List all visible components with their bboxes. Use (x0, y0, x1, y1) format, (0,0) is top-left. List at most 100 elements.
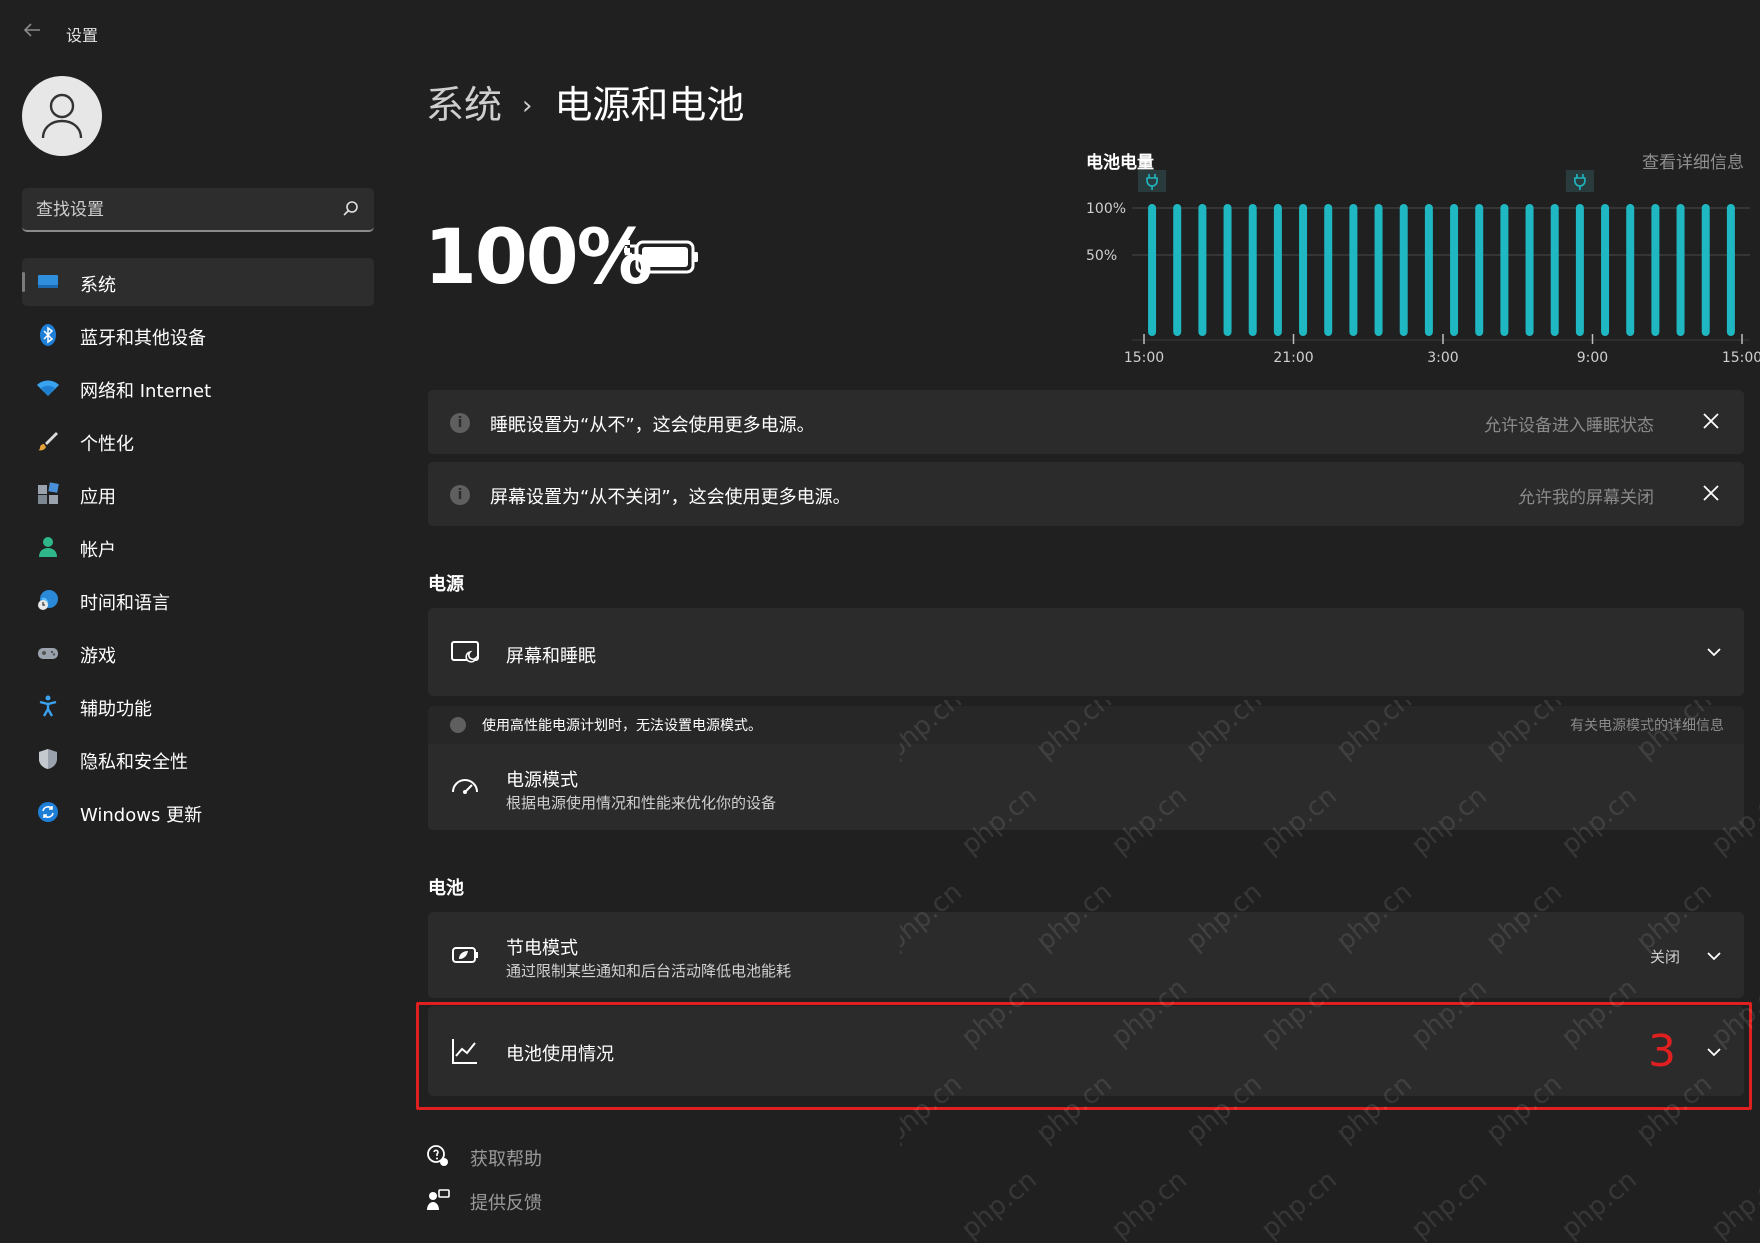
power-mode-gauge-icon (450, 772, 480, 802)
app-title: 设置 (66, 26, 99, 45)
chart-bar (1651, 204, 1660, 336)
sidebar-nav: 系统 蓝牙和其他设备 网络和 Internet 个性化 应用 帐户 时间和语言 … (22, 258, 374, 841)
sidebar-item-gaming[interactable]: 游戏 (22, 629, 374, 677)
search-box[interactable] (22, 188, 374, 232)
allow-screen-off-link[interactable]: 允许我的屏幕关闭 (1518, 483, 1654, 508)
sidebar-item-bluetooth[interactable]: 蓝牙和其他设备 (22, 311, 374, 359)
chart-bar (1475, 204, 1484, 336)
screen-sleep-icon (450, 638, 480, 668)
chart-bar (1626, 204, 1635, 336)
apps-icon (36, 482, 60, 506)
sidebar-item-time-language[interactable]: 时间和语言 (22, 576, 374, 624)
chart-bar (1223, 204, 1232, 336)
sidebar-item-personalization[interactable]: 个性化 (22, 417, 374, 465)
get-help-label: 获取帮助 (470, 1149, 542, 1170)
sidebar-item-label: 应用 (80, 487, 116, 508)
sidebar-item-network[interactable]: 网络和 Internet (22, 364, 374, 412)
annotation-highlight-box (416, 1002, 1752, 1110)
annotation-step-number: 3 (1648, 1026, 1676, 1077)
sidebar-item-label: 时间和语言 (80, 593, 170, 614)
chevron-down-icon[interactable] (1704, 946, 1724, 966)
card-subtitle: 通过限制某些通知和后台活动降低电池能耗 (506, 962, 792, 980)
sidebar-item-accounts[interactable]: 帐户 (22, 523, 374, 571)
sidebar-item-system[interactable]: 系统 (22, 258, 374, 306)
chart-bar (1676, 204, 1685, 336)
watermark-text: php.cn (955, 1165, 1043, 1243)
accessibility-icon (36, 694, 60, 718)
blurred-username (104, 94, 354, 142)
card-title: 节电模式 (506, 938, 578, 959)
chart-bar (1299, 204, 1308, 336)
breadcrumb-parent[interactable]: 系统 (426, 83, 502, 127)
sidebar-item-privacy-security[interactable]: 隐私和安全性 (22, 735, 374, 783)
chart-bar (1349, 204, 1358, 336)
sidebar-item-accessibility[interactable]: 辅助功能 (22, 682, 374, 730)
sidebar-item-label: 网络和 Internet (80, 381, 212, 402)
sidebar-item-label: 辅助功能 (80, 699, 152, 720)
update-icon (36, 800, 60, 824)
card-title: 电源模式 (506, 770, 578, 791)
account-icon (36, 535, 60, 559)
chart-bar (1601, 204, 1610, 336)
notice-text: 屏幕设置为“从不关闭”，这会使用更多电源。 (490, 487, 851, 508)
chart-bar (1374, 204, 1383, 336)
chart-bar (1701, 204, 1710, 336)
chart-x-tick-label: 21:00 (1273, 350, 1313, 366)
sleep-notice: i 睡眠设置为“从不”，这会使用更多电源。 允许设备进入睡眠状态 (428, 390, 1744, 454)
sidebar-item-label: 游戏 (80, 646, 116, 667)
back-arrow-icon[interactable] (20, 18, 44, 42)
battery-percentage: 100% (424, 212, 653, 301)
chart-bar (1248, 204, 1257, 336)
info-icon: i (450, 413, 470, 433)
battery-charging-icon (624, 236, 700, 276)
sidebar-item-apps[interactable]: 应用 (22, 470, 374, 518)
title-bar: 设置 (0, 0, 1760, 64)
feedback-icon (426, 1188, 450, 1212)
chart-bar (1726, 204, 1735, 336)
sidebar-item-label: 隐私和安全性 (80, 752, 188, 773)
power-mode-details-link[interactable]: 有关电源模式的详细信息 (1570, 715, 1724, 735)
notice-text: 睡眠设置为“从不”，这会使用更多电源。 (490, 415, 815, 436)
chart-bar (1399, 204, 1408, 336)
card-title: 屏幕和睡眠 (506, 646, 596, 667)
bluetooth-icon (36, 323, 60, 347)
battery-saver-status: 关闭 (1649, 948, 1680, 966)
watermark-text: php.cn (1405, 1165, 1493, 1243)
chart-y-tick-label: 50% (1086, 248, 1117, 264)
user-profile[interactable] (22, 76, 382, 160)
page-title: 电源和电池 (554, 83, 745, 127)
screen-sleep-card[interactable]: 屏幕和睡眠 (428, 608, 1744, 696)
globe-clock-icon (36, 588, 60, 612)
power-plan-notice: 使用高性能电源计划时，无法设置电源模式。 有关电源模式的详细信息 (428, 706, 1744, 744)
close-icon[interactable] (1698, 408, 1724, 434)
chart-bar (1173, 204, 1182, 336)
chart-bar (1424, 204, 1433, 336)
power-mode-card[interactable]: 电源模式 根据电源使用情况和性能来优化你的设备 (428, 744, 1744, 830)
shield-icon (36, 747, 60, 771)
chart-x-tick-label: 15:00 (1124, 350, 1164, 366)
search-input[interactable] (36, 198, 326, 222)
active-indicator (22, 272, 25, 292)
info-icon (450, 717, 466, 733)
allow-sleep-link[interactable]: 允许设备进入睡眠状态 (1484, 411, 1654, 436)
card-subtitle: 根据电源使用情况和性能来优化你的设备 (506, 794, 777, 812)
sidebar-item-windows-update[interactable]: Windows 更新 (22, 788, 374, 836)
watermark-text: php.cn (1255, 1165, 1343, 1243)
search-icon[interactable] (342, 200, 360, 218)
chart-x-tick-label: 9:00 (1577, 350, 1608, 366)
chart-bar (1148, 204, 1157, 336)
avatar[interactable] (22, 76, 102, 156)
sidebar: 系统 蓝牙和其他设备 网络和 Internet 个性化 应用 (0, 64, 390, 1243)
breadcrumb: 系统 › 电源和电池 (426, 74, 744, 129)
battery-saver-card[interactable]: 节电模式 通过限制某些通知和后台活动降低电池能耗 关闭 (428, 912, 1744, 998)
watermark-text: php.cn (1555, 1165, 1643, 1243)
system-icon (36, 270, 60, 294)
breadcrumb-separator: › (522, 91, 533, 121)
chart-x-tick-label: 3:00 (1427, 350, 1458, 366)
close-icon[interactable] (1698, 480, 1724, 506)
info-icon: i (450, 485, 470, 505)
battery-level-chart: 100% 50% 15:00 21:00 3:00 9:00 15:00 (1086, 170, 1760, 366)
brush-icon (36, 429, 60, 453)
sidebar-item-label: 个性化 (80, 434, 134, 455)
chevron-down-icon[interactable] (1704, 642, 1724, 662)
